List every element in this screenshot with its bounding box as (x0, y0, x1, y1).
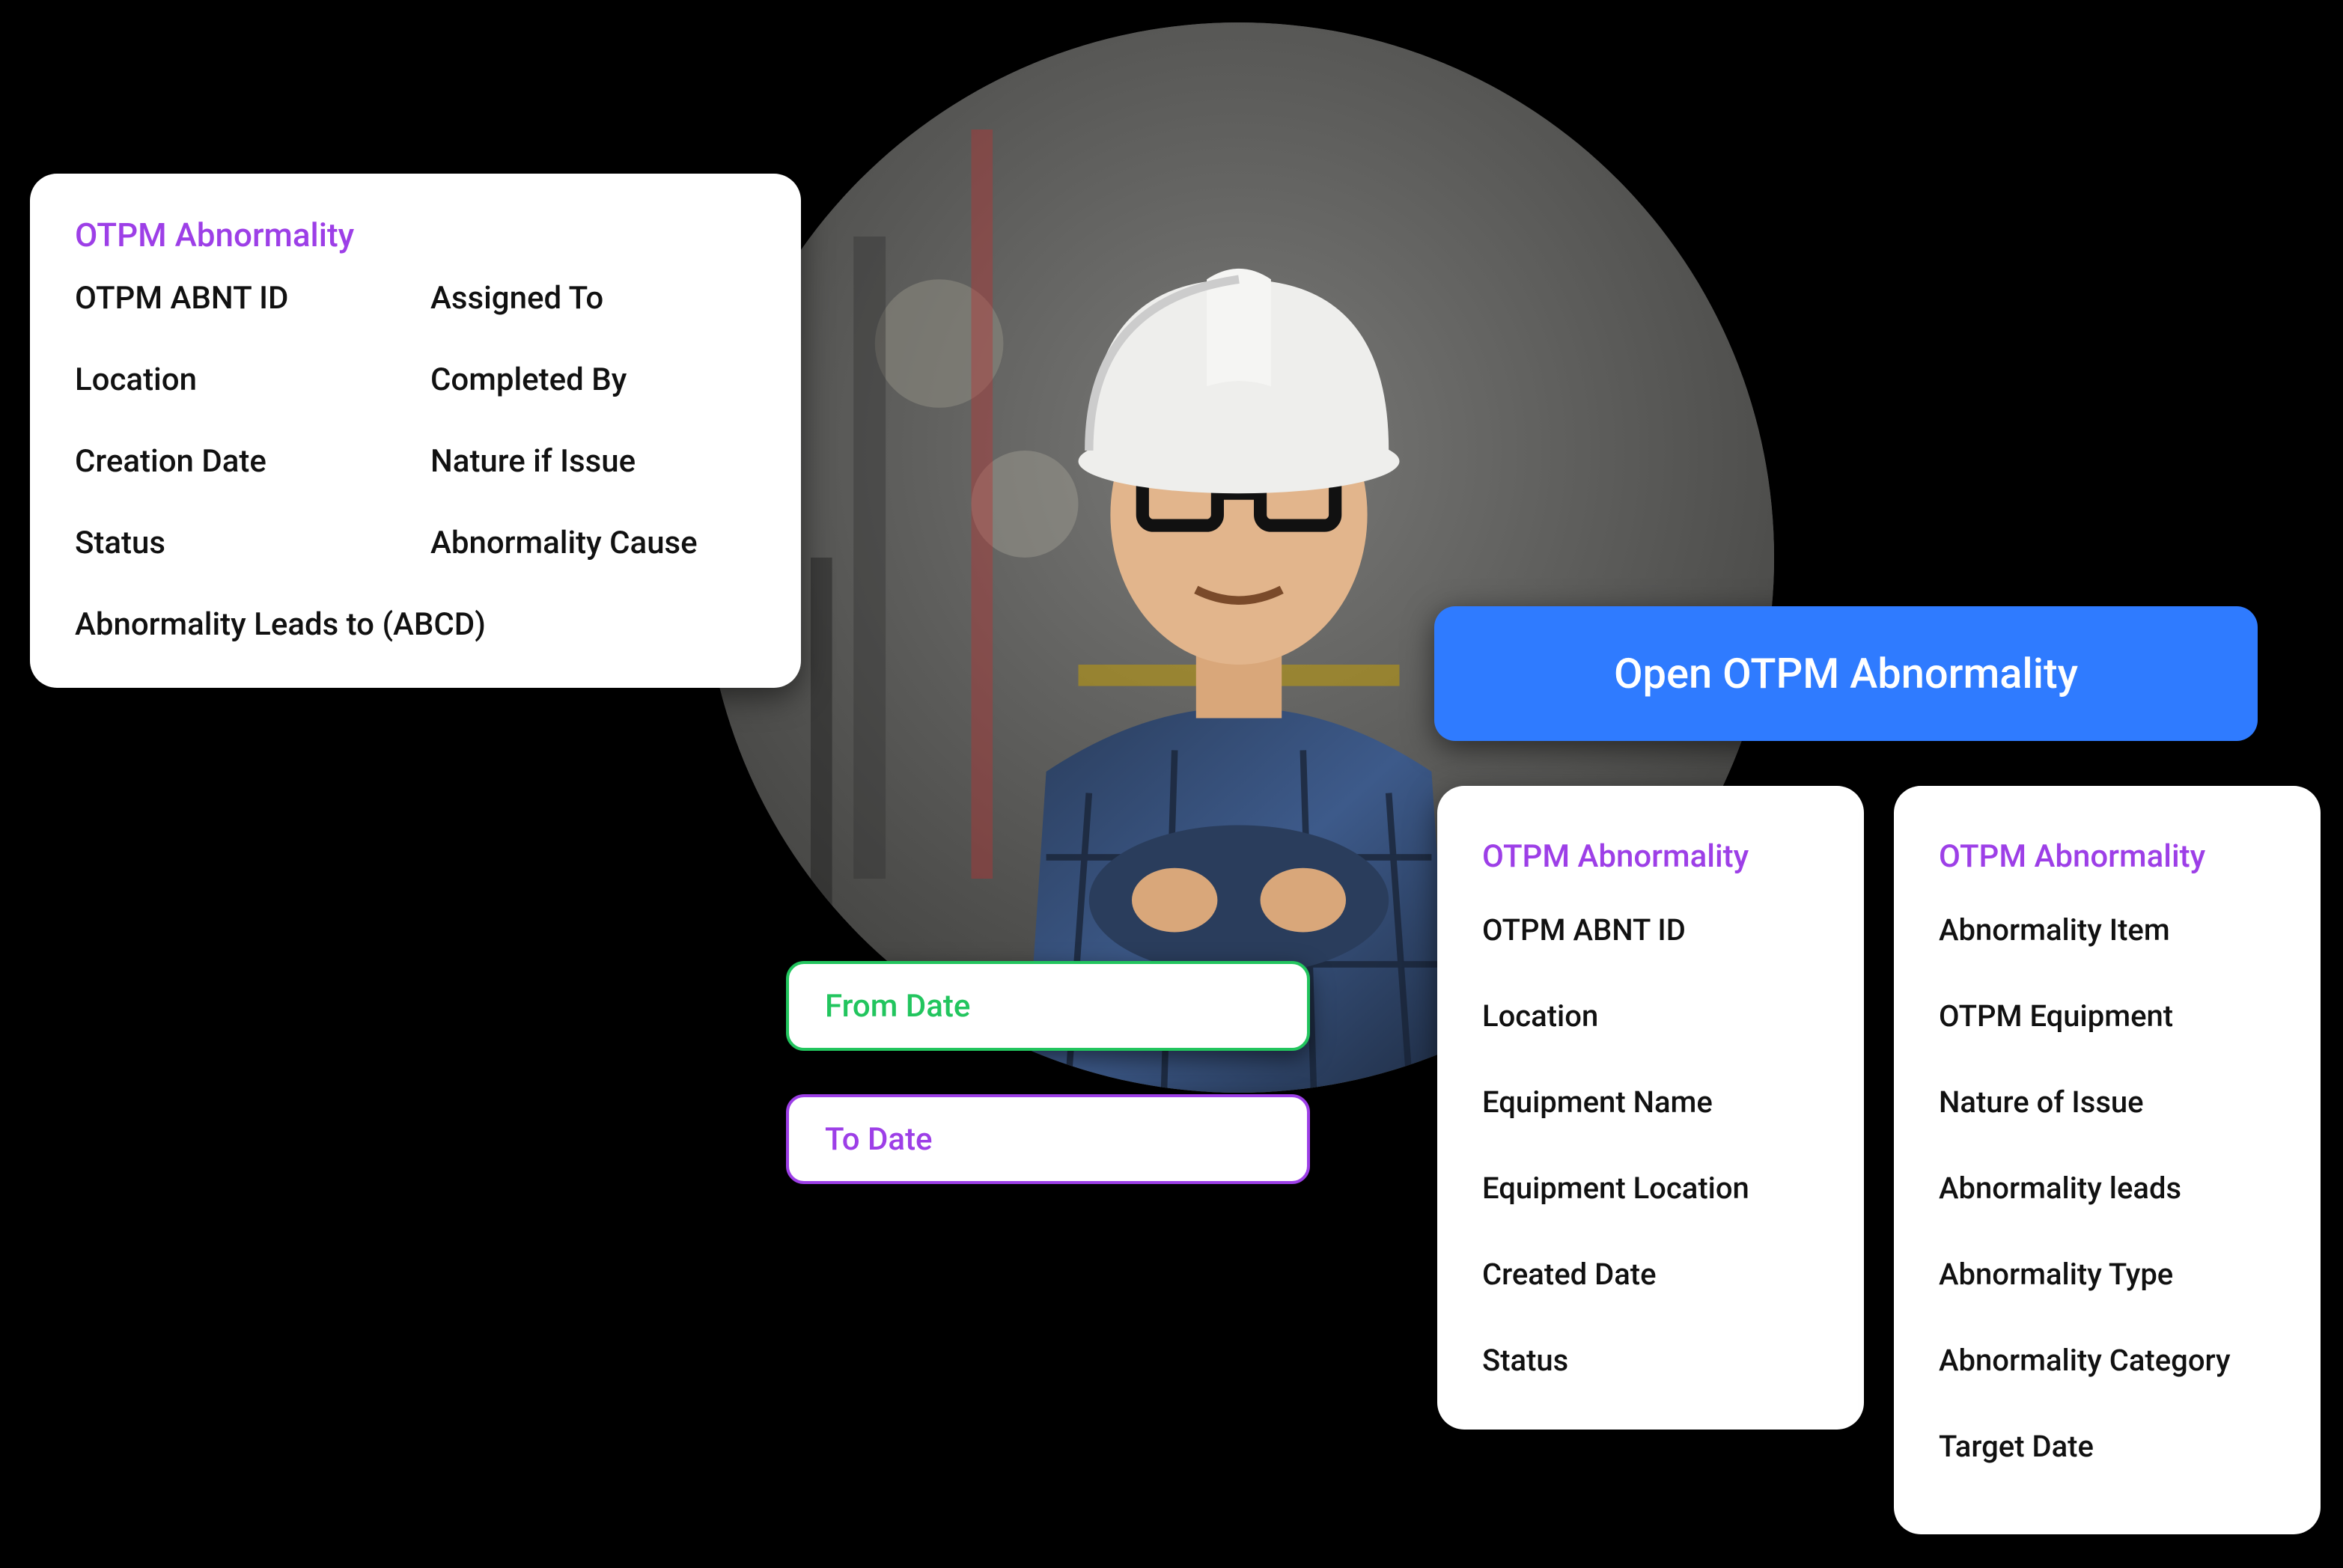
to-date-label: To Date (825, 1121, 933, 1158)
sub1-field-equipment-location: Equipment Location (1482, 1171, 1819, 1206)
field-otpm-abnt-id: OTPM ABNT ID (75, 280, 400, 317)
sub2-field-nature-of-issue: Nature of Issue (1939, 1085, 2276, 1120)
sub2-field-abnormality-item: Abnormality Item (1939, 912, 2276, 948)
banner-label: Open OTPM Abnormality (1614, 649, 2078, 698)
field-abnormality-cause: Abnormality Cause (430, 525, 756, 561)
field-assigned-to: Assigned To (430, 280, 756, 317)
sub2-field-abnormality-leads: Abnormality leads (1939, 1171, 2276, 1206)
card-title: OTPM Abnormality (75, 216, 756, 254)
sub1-field-location: Location (1482, 998, 1819, 1034)
sub2-field-target-date: Target Date (1939, 1429, 2276, 1464)
from-date-label: From Date (825, 988, 970, 1025)
to-date-input[interactable]: To Date (786, 1094, 1310, 1184)
otpm-abnormality-subcard-1: OTPM Abnormality OTPM ABNT ID Location E… (1437, 786, 1864, 1430)
field-abnormality-leads-to: Abnormality Leads to (ABCD) (75, 606, 756, 643)
open-otpm-abnormality-button[interactable]: Open OTPM Abnormality (1434, 606, 2258, 741)
field-status: Status (75, 525, 400, 561)
otpm-abnormality-card: OTPM Abnormality OTPM ABNT ID Assigned T… (30, 174, 801, 688)
from-date-input[interactable]: From Date (786, 961, 1310, 1051)
otpm-abnormality-subcard-2: OTPM Abnormality Abnormality Item OTPM E… (1894, 786, 2321, 1534)
field-nature-if-issue: Nature if Issue (430, 443, 756, 480)
sub1-field-status: Status (1482, 1343, 1819, 1378)
field-location: Location (75, 362, 400, 398)
sub1-field-created-date: Created Date (1482, 1257, 1819, 1292)
field-completed-by: Completed By (430, 362, 756, 398)
subcard-2-title: OTPM Abnormality (1939, 838, 2276, 875)
subcard-1-title: OTPM Abnormality (1482, 838, 1819, 875)
sub2-field-abnormality-category: Abnormality Category (1939, 1343, 2276, 1378)
sub1-field-equipment-name: Equipment Name (1482, 1085, 1819, 1120)
sub1-field-otpm-abnt-id: OTPM ABNT ID (1482, 912, 1819, 948)
sub2-field-abnormality-type: Abnormality Type (1939, 1257, 2276, 1292)
field-creation-date: Creation Date (75, 443, 400, 480)
sub2-field-otpm-equipment: OTPM Equipment (1939, 998, 2276, 1034)
